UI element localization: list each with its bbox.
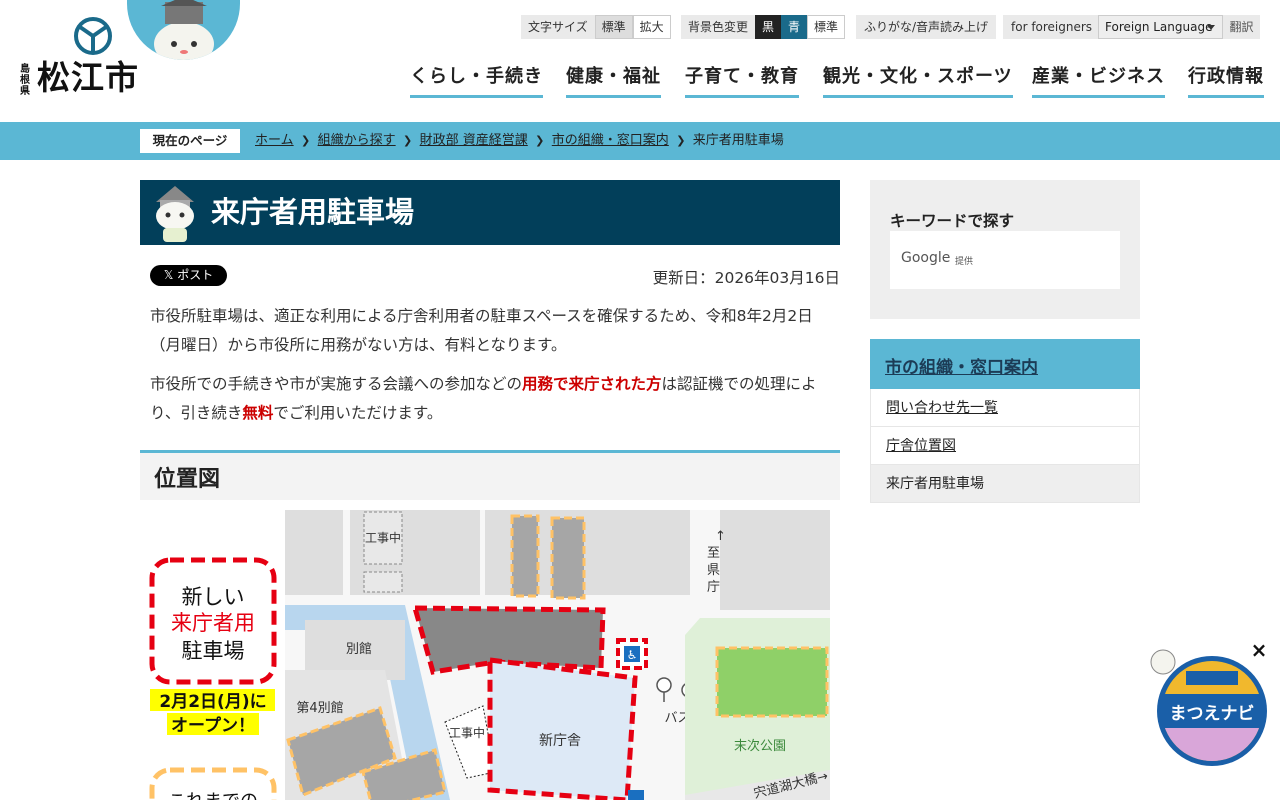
font-size-large-button[interactable]: 拡大: [632, 15, 671, 39]
page-title: 来庁者用駐車場: [211, 195, 415, 229]
section-title: 位置図: [154, 467, 221, 492]
page-title-bar: 来庁者用駐車場: [140, 180, 840, 245]
city-crest-icon: [74, 17, 112, 55]
map-label-annex: 別館: [346, 642, 372, 657]
site-logo[interactable]: 松江市: [37, 58, 139, 98]
font-size-standard-button[interactable]: 標準: [594, 15, 633, 39]
chevron-down-icon: [1207, 25, 1215, 30]
map-legend: 新しい 来庁者用 駐車場 2月2日(月)に オープン！ これまでの: [140, 510, 285, 800]
bg-black-button[interactable]: 黒: [755, 15, 782, 39]
free-parking-paragraph: 市役所での手続きや市が実施する会議への参加などの用務で来庁された方は認証機での処…: [150, 370, 830, 428]
nav-childcare[interactable]: 子育て・教育: [685, 64, 799, 98]
map-legend-graphic: 新しい 来庁者用 駐車場 2月2日(月)に オープン！ これまでの: [149, 557, 277, 800]
x-post-label: ポスト: [177, 268, 214, 282]
chevron-right-icon: ❯: [676, 134, 686, 147]
breadcrumb-current-label: 現在のページ: [140, 129, 240, 153]
svg-text:♿: ♿: [627, 648, 638, 662]
mascot-icon: [154, 0, 214, 60]
bg-color-tool: 背景色変更 黒 青 標準: [681, 15, 846, 39]
foreign-language-select[interactable]: Foreign Language: [1098, 15, 1223, 39]
close-icon[interactable]: ×: [1249, 640, 1269, 660]
bg-blue-button[interactable]: 青: [781, 15, 808, 39]
for-foreigners-link[interactable]: for foreigners: [1003, 15, 1101, 39]
font-size-label: 文字サイズ: [521, 15, 595, 39]
accessible-parking-icon: [628, 790, 644, 800]
map-label-annex4: 第4別館: [296, 701, 343, 716]
legend-open-line1: 2月2日(月)に: [159, 692, 266, 712]
chevron-right-icon: ❯: [403, 134, 413, 147]
map-label-construction-2: 工事中: [449, 725, 485, 740]
foreigners-tool: for foreigners: [1003, 15, 1101, 39]
breadcrumb-current: 来庁者用駐車場: [692, 133, 784, 148]
bg-standard-button[interactable]: 標準: [807, 15, 846, 39]
intro-paragraph: 市役所駐車場は、適正な利用による庁舎利用者の駐車スペースを確保するため、令和8年…: [150, 307, 813, 354]
site-header: 島根県 松江市 文字サイズ 標準 拡大 背景色変更 黒 青 標準 ふりがな/音声…: [0, 0, 1280, 122]
legend-open-line2: オープン！: [171, 715, 255, 736]
x-post-button[interactable]: 𝕏 ポスト: [150, 265, 227, 286]
side-menu-item-parking: 来庁者用駐車場: [870, 465, 1140, 503]
mascot-icon: [156, 186, 194, 242]
map-label-construction-1: 工事中: [365, 530, 401, 545]
search-input[interactable]: Google 提供: [890, 231, 1120, 289]
emphasis-visitor: 用務で来庁された方: [522, 375, 662, 393]
side-menu: 市の組織・窓口案内 問い合わせ先一覧 庁舎位置図 来庁者用駐車場: [870, 339, 1140, 503]
nav-administration[interactable]: 行政情報: [1188, 64, 1264, 98]
nav-health[interactable]: 健康・福祉: [566, 64, 661, 98]
location-map-graphic: 工事中 ↑ 至県庁 別館 第4別館 工事中 新庁舎 ♿ バス停 末次公園 宍道湖…: [285, 510, 830, 800]
legend-old-line1: これまでの: [168, 791, 258, 800]
breadcrumb: 現在のページ ホーム ❯ 組織から探す ❯ 財政部 資産経営課 ❯ 市の組織・窓…: [0, 122, 1280, 160]
translate-button[interactable]: 翻訳: [1223, 15, 1260, 39]
legend-new-line2: 来庁者用: [171, 611, 255, 635]
legend-new-line3: 駐車場: [182, 639, 245, 663]
breadcrumb-home[interactable]: ホーム: [255, 129, 294, 153]
map-label-park: 末次公園: [734, 738, 786, 754]
google-provided-label: 提供: [955, 257, 974, 267]
logo-prefecture: 島根県: [20, 64, 30, 97]
nav-business[interactable]: 産業・ビジネス: [1032, 64, 1165, 98]
matsue-navi-button[interactable]: まつえナビ: [1146, 645, 1270, 769]
bg-color-label: 背景色変更: [681, 15, 756, 39]
chevron-right-icon: ❯: [301, 134, 311, 147]
location-map: 工事中 ↑ 至県庁 別館 第4別館 工事中 新庁舎 ♿ バス停 末次公園 宍道湖…: [285, 510, 830, 800]
updated-date: 更新日：2026年03月16日: [652, 269, 840, 287]
side-menu-item-location[interactable]: 庁舎位置図: [870, 427, 1140, 465]
side-menu-title[interactable]: 市の組織・窓口案内: [870, 339, 1140, 389]
emphasis-free: 無料: [242, 404, 274, 422]
free-parking-text-c: でご利用いただけます。: [273, 404, 443, 422]
map-arrow-up-icon: ↑: [715, 529, 726, 544]
breadcrumb-dept[interactable]: 財政部 資産経営課: [420, 129, 528, 153]
font-size-tool: 文字サイズ 標準 拡大: [521, 15, 671, 39]
navi-label: まつえナビ: [1170, 704, 1255, 724]
nav-living[interactable]: くらし・手続き: [410, 64, 543, 98]
map-label-new-building: 新庁舎: [539, 733, 581, 749]
search-title: キーワードで探す: [890, 212, 1015, 230]
keyword-search: キーワードで探す Google 提供: [870, 180, 1140, 319]
furigana-button[interactable]: ふりがな/音声読み上げ: [856, 15, 997, 39]
mascot-icon: [1150, 649, 1176, 675]
furigana-tool: ふりがな/音声読み上げ: [856, 15, 997, 39]
breadcrumb-org[interactable]: 組織から探す: [318, 129, 396, 153]
legend-new-line1: 新しい: [182, 585, 245, 609]
mascot-image: [127, 0, 240, 60]
nav-tourism[interactable]: 観光・文化・スポーツ: [823, 64, 1013, 98]
side-menu-item-contacts[interactable]: 問い合わせ先一覧: [870, 389, 1140, 427]
map-label-pref-office: 至県庁: [707, 546, 720, 595]
chevron-right-icon: ❯: [535, 134, 545, 147]
section-heading: 位置図: [140, 450, 840, 500]
foreign-language-label: Foreign Language: [1105, 20, 1213, 34]
breadcrumb-guide[interactable]: 市の組織・窓口案内: [552, 129, 669, 153]
x-logo-icon: 𝕏: [163, 268, 174, 282]
bus-stop-icon: [656, 677, 672, 693]
free-parking-text-a: 市役所での手続きや市が実施する会議への参加などの: [150, 375, 523, 393]
google-logo: Google: [901, 250, 951, 266]
